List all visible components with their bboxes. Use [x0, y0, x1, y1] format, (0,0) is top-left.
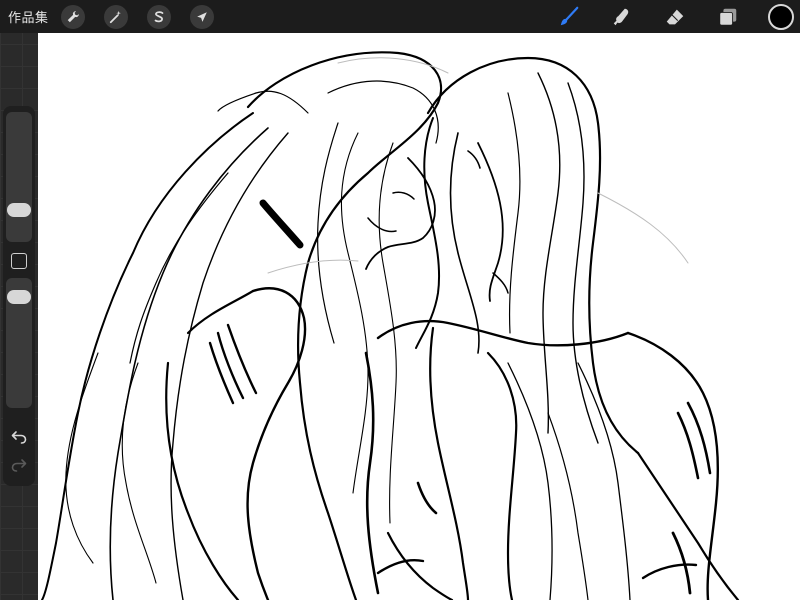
top-toolbar: 作品集: [0, 0, 800, 33]
modify-button[interactable]: [11, 253, 27, 269]
left-body: [246, 287, 307, 600]
actions-button[interactable]: [60, 4, 85, 29]
color-picker-button[interactable]: [768, 3, 794, 30]
brush-size-thumb[interactable]: [7, 203, 31, 217]
magic-wand-icon: [109, 10, 121, 23]
selection-s-icon: [154, 10, 163, 22]
layers-button[interactable]: [715, 4, 741, 30]
gallery-button[interactable]: 作品集: [8, 7, 49, 26]
line-drawing: [41, 51, 740, 600]
left-sidebar: [3, 106, 35, 486]
choker: [259, 199, 304, 249]
opacity-thumb[interactable]: [7, 290, 31, 304]
adjustments-button[interactable]: [103, 4, 128, 29]
right-hair-outline: [426, 56, 640, 455]
undo-button[interactable]: [9, 428, 29, 446]
left-hair-outline: [246, 51, 443, 600]
brush-size-slider[interactable]: [6, 112, 32, 242]
layers-icon: [719, 8, 737, 26]
right-toolset: [556, 0, 800, 33]
brush-button[interactable]: [556, 4, 582, 30]
smudge-icon: [613, 8, 629, 25]
redo-icon: [11, 459, 27, 472]
redo-button[interactable]: [9, 456, 29, 474]
smudge-button[interactable]: [609, 4, 635, 30]
undo-icon: [11, 431, 27, 444]
right-face: [477, 142, 504, 302]
arrow-cursor-icon: [196, 11, 207, 22]
transform-button[interactable]: [189, 4, 214, 29]
eraser-icon: [666, 9, 684, 24]
eraser-button[interactable]: [662, 4, 688, 30]
brush-icon: [560, 6, 579, 25]
wrench-icon: [67, 10, 79, 22]
drawing-canvas[interactable]: [38, 33, 800, 600]
selection-button[interactable]: [146, 4, 171, 29]
